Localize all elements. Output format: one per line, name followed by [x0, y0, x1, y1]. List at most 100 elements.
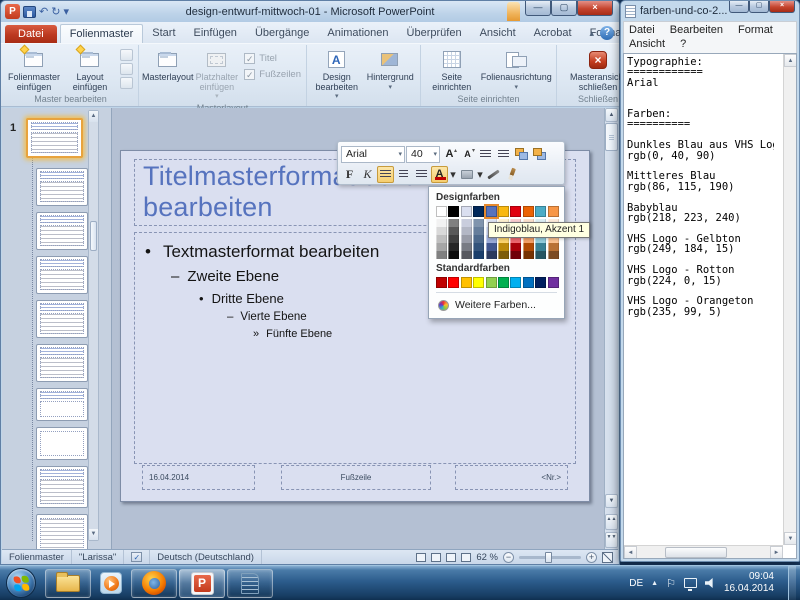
design-tint-swatch[interactable] [486, 243, 497, 251]
design-tint-swatch[interactable] [473, 251, 484, 259]
layout-thumbnail[interactable] [36, 212, 88, 250]
design-tint-swatch[interactable] [436, 235, 447, 243]
shape-fill-icon[interactable] [458, 166, 475, 183]
tab-übergänge[interactable]: Übergänge [246, 24, 318, 43]
layout-thumbnail[interactable] [36, 344, 88, 382]
design-tint-swatch[interactable] [523, 251, 534, 259]
grow-font-button[interactable]: A▴ [441, 146, 458, 163]
slide-sorter-icon[interactable] [431, 553, 441, 562]
shape-outline-icon[interactable] [485, 166, 502, 183]
layout-thumbnail[interactable] [36, 427, 88, 460]
standard-color-swatch[interactable] [535, 277, 546, 288]
design-tint-swatch[interactable] [498, 251, 509, 259]
slidenumber-placeholder[interactable]: <Nr.> [455, 465, 568, 490]
decrease-indent-icon[interactable] [477, 146, 494, 163]
bold-button[interactable]: F [341, 166, 358, 183]
vertical-scrollbar[interactable]: ▲ ▼ ▲▲ ▼▼ [604, 108, 618, 549]
tab-folienmaster[interactable]: Folienmaster [60, 24, 144, 43]
taskbar-explorer-button[interactable] [45, 569, 91, 598]
taskbar-clock[interactable]: 09:04 16.04.2014 [724, 571, 780, 595]
taskbar-notepad-button[interactable] [227, 569, 273, 598]
design-tint-swatch[interactable] [498, 243, 509, 251]
preserve-master-icon[interactable] [120, 77, 133, 89]
standard-color-swatch[interactable] [461, 277, 472, 288]
layout-thumbnail[interactable] [36, 256, 88, 294]
design-color-swatch[interactable] [535, 206, 546, 217]
scrollbar-thumb[interactable] [90, 221, 97, 251]
folienausrichtung-button[interactable]: Folienausrichtung ▾ [480, 46, 553, 92]
font-size-combo[interactable]: 40 ▾ [406, 146, 440, 163]
notepad-titlebar[interactable]: farben-und-co-2... — ▢ × [621, 1, 799, 21]
design-color-swatch[interactable] [473, 206, 484, 217]
standard-color-swatch[interactable] [473, 277, 484, 288]
collapse-ribbon-icon[interactable]: ▴ [589, 28, 594, 39]
design-tint-swatch[interactable] [461, 251, 472, 259]
rename-master-icon[interactable] [120, 63, 133, 75]
font-color-button[interactable]: A [431, 166, 448, 183]
standard-color-swatch[interactable] [523, 277, 534, 288]
layout-thumbnail[interactable] [36, 168, 88, 206]
scroll-down-icon[interactable]: ▼ [89, 529, 98, 540]
design-tint-swatch[interactable] [461, 219, 472, 227]
font-name-combo[interactable]: Arial ▾ [341, 146, 405, 163]
notepad-vertical-scrollbar[interactable]: ▲ ▼ [783, 54, 796, 545]
layout-thumbnail[interactable] [36, 388, 88, 421]
next-slide-icon[interactable]: ▼▼ [605, 532, 618, 548]
design-tint-swatch[interactable] [510, 251, 521, 259]
design-tint-swatch[interactable] [436, 251, 447, 259]
tab-einfügen[interactable]: Einfügen [185, 24, 246, 43]
undo-icon[interactable]: ↶ [39, 5, 48, 19]
language-indicator[interactable]: DE [629, 578, 643, 589]
tab-animationen[interactable]: Animationen [318, 24, 397, 43]
scroll-up-icon[interactable]: ▲ [605, 108, 618, 122]
action-center-flag-icon[interactable]: ⚐ [666, 577, 676, 590]
layout-thumbnail[interactable] [36, 300, 88, 338]
taskbar-firefox-button[interactable] [131, 569, 177, 598]
masterlayout-button[interactable]: Masterlayout [142, 46, 194, 83]
zoom-slider-thumb[interactable] [545, 552, 552, 563]
align-right-button[interactable] [413, 166, 430, 183]
tab-datei[interactable]: Datei [5, 25, 57, 43]
notepad-text-area[interactable]: Typographie: ============ Arial Farben: … [623, 53, 797, 559]
design-tint-swatch[interactable] [436, 243, 447, 251]
menu-format[interactable]: Format [738, 24, 773, 36]
align-left-button[interactable] [377, 166, 394, 183]
design-tint-swatch[interactable] [448, 243, 459, 251]
scrollbar-thumb[interactable] [605, 123, 618, 151]
maximize-button[interactable]: ▢ [749, 1, 769, 13]
design-tint-swatch[interactable] [448, 219, 459, 227]
design-color-swatch[interactable] [486, 206, 497, 217]
design-color-swatch[interactable] [436, 206, 447, 217]
close-button[interactable]: × [577, 1, 613, 16]
align-center-button[interactable] [395, 166, 412, 183]
slideshow-icon[interactable] [461, 553, 471, 562]
help-icon[interactable]: ? [600, 26, 614, 40]
folienmaster-einfuegen-button[interactable]: Folienmaster einfügen [6, 46, 62, 92]
maximize-button[interactable]: ▢ [551, 1, 577, 16]
scroll-up-icon[interactable]: ▲ [784, 54, 797, 67]
minimize-button[interactable]: — [729, 1, 749, 13]
powerpoint-titlebar[interactable]: P ↶ ↻ ▾ design-entwurf-mittwoch-01 - Mic… [1, 1, 619, 22]
scroll-right-icon[interactable]: ► [770, 546, 783, 559]
layout-einfuegen-button[interactable]: Layout einfügen [62, 46, 118, 92]
start-button[interactable] [6, 568, 36, 598]
design-color-swatch[interactable] [498, 206, 509, 217]
redo-icon[interactable]: ↻ [51, 5, 60, 19]
network-icon[interactable] [684, 578, 697, 588]
menu-datei[interactable]: Datei [629, 24, 655, 36]
design-tint-swatch[interactable] [436, 219, 447, 227]
design-color-swatch[interactable] [461, 206, 472, 217]
scroll-down-icon[interactable]: ▼ [784, 532, 797, 545]
increase-indent-icon[interactable] [495, 146, 512, 163]
design-tint-swatch[interactable] [461, 227, 472, 235]
tab-ansicht[interactable]: Ansicht [471, 24, 525, 43]
design-color-swatch[interactable] [448, 206, 459, 217]
design-tint-swatch[interactable] [548, 243, 559, 251]
design-bearbeiten-button[interactable]: A Design bearbeiten ▾ [310, 46, 364, 102]
taskbar-mediaplayer-button[interactable] [93, 569, 129, 598]
standard-color-swatch[interactable] [436, 277, 447, 288]
menu-hilfe[interactable]: ? [680, 38, 686, 50]
previous-slide-icon[interactable]: ▲▲ [605, 514, 618, 530]
scroll-down-icon[interactable]: ▼ [605, 494, 618, 508]
design-color-swatch[interactable] [548, 206, 559, 217]
